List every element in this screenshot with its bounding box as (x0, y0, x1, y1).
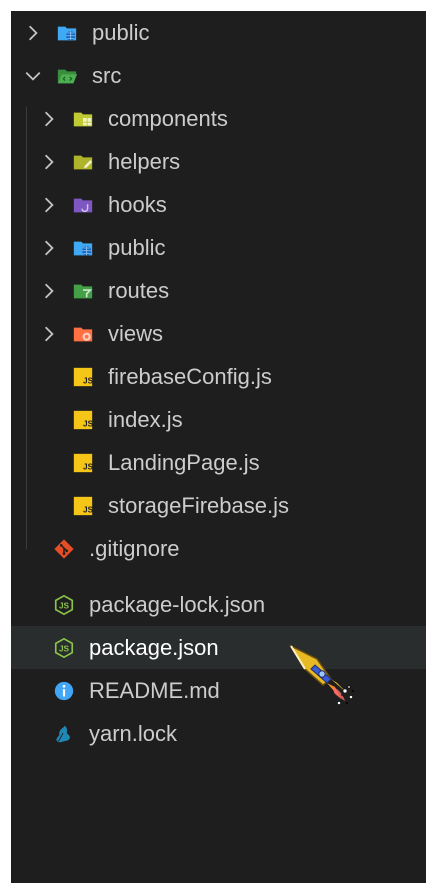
tree-item-index-js[interactable]: JS index.js (11, 398, 426, 441)
tree-item-label: helpers (108, 149, 181, 174)
folder-hooks-icon (72, 194, 94, 216)
tree-item-label: .gitignore (89, 536, 180, 561)
tree-item-public[interactable]: public (11, 226, 426, 269)
tree-item-label: index.js (108, 407, 183, 432)
tree-item-components[interactable]: components (11, 97, 426, 140)
tree-item-label: hooks (108, 192, 167, 217)
javascript-file-icon: JS (72, 452, 94, 474)
folder-components-icon (72, 108, 94, 130)
chevron-right-icon[interactable] (38, 108, 60, 130)
svg-text:JS: JS (83, 462, 94, 471)
folder-public-icon (56, 22, 78, 44)
tree-item-readme-md[interactable]: README.md (11, 669, 426, 712)
tree-item-label: yarn.lock (89, 721, 178, 746)
javascript-file-icon: JS (72, 495, 94, 517)
tree-item-label: components (108, 106, 228, 131)
tree-item-label: public (108, 235, 166, 260)
folder-helpers-icon (72, 151, 94, 173)
folder-views-icon (72, 323, 94, 345)
tree-item-label: views (108, 321, 164, 346)
yarn-icon (53, 723, 75, 745)
chevron-right-icon[interactable] (22, 22, 44, 44)
svg-text:JS: JS (83, 419, 94, 428)
folder-routes-icon (72, 280, 94, 302)
tree-item-src[interactable]: src (11, 54, 426, 97)
rocket-cursor-icon (287, 643, 363, 713)
tree-item-routes[interactable]: routes (11, 269, 426, 312)
tree-item-label: package-lock.json (89, 592, 266, 617)
tree-item-label: README.md (89, 678, 220, 703)
folder-public-icon (72, 237, 94, 259)
svg-text:JS: JS (83, 505, 94, 514)
svg-text:JS: JS (83, 376, 94, 385)
tree-item-public[interactable]: public (11, 11, 426, 54)
tree-item-landingpage-js[interactable]: JS LandingPage.js (11, 441, 426, 484)
nodejs-icon: JS (53, 594, 75, 616)
file-explorer: public src components helpers hooks publ… (11, 11, 426, 883)
tree-item-firebaseconfig-js[interactable]: JS firebaseConfig.js (11, 355, 426, 398)
tree-item-hooks[interactable]: hooks (11, 183, 426, 226)
chevron-right-icon[interactable] (38, 280, 60, 302)
tree-item-label: firebaseConfig.js (108, 364, 272, 389)
tree-item-yarn-lock[interactable]: yarn.lock (11, 712, 426, 755)
folder-src-open-icon (56, 65, 78, 87)
chevron-right-icon[interactable] (38, 151, 60, 173)
chevron-right-icon[interactable] (38, 237, 60, 259)
chevron-right-icon[interactable] (38, 323, 60, 345)
tree-item-package-json[interactable]: JS package.json (11, 626, 426, 669)
tree-item-label: LandingPage.js (108, 450, 260, 475)
javascript-file-icon: JS (72, 366, 94, 388)
svg-text:JS: JS (59, 601, 70, 610)
tree-item-views[interactable]: views (11, 312, 426, 355)
tree-item-label: storageFirebase.js (108, 493, 289, 518)
chevron-right-icon[interactable] (38, 194, 60, 216)
tree-item-helpers[interactable]: helpers (11, 140, 426, 183)
javascript-file-icon: JS (72, 409, 94, 431)
chevron-down-icon[interactable] (22, 65, 44, 87)
tree-item-label: routes (108, 278, 170, 303)
git-icon (53, 538, 75, 560)
tree-item-package-lock-json[interactable]: JS package-lock.json (11, 583, 426, 626)
tree-item-label: src (92, 63, 122, 88)
nodejs-icon: JS (53, 637, 75, 659)
tree-item-gitignore[interactable]: .gitignore (11, 527, 426, 570)
tree-item-storagefirebase-js[interactable]: JS storageFirebase.js (11, 484, 426, 527)
tree-item-label: package.json (89, 635, 219, 660)
svg-text:JS: JS (59, 644, 70, 653)
info-icon (53, 680, 75, 702)
tree-item-label: public (92, 20, 150, 45)
